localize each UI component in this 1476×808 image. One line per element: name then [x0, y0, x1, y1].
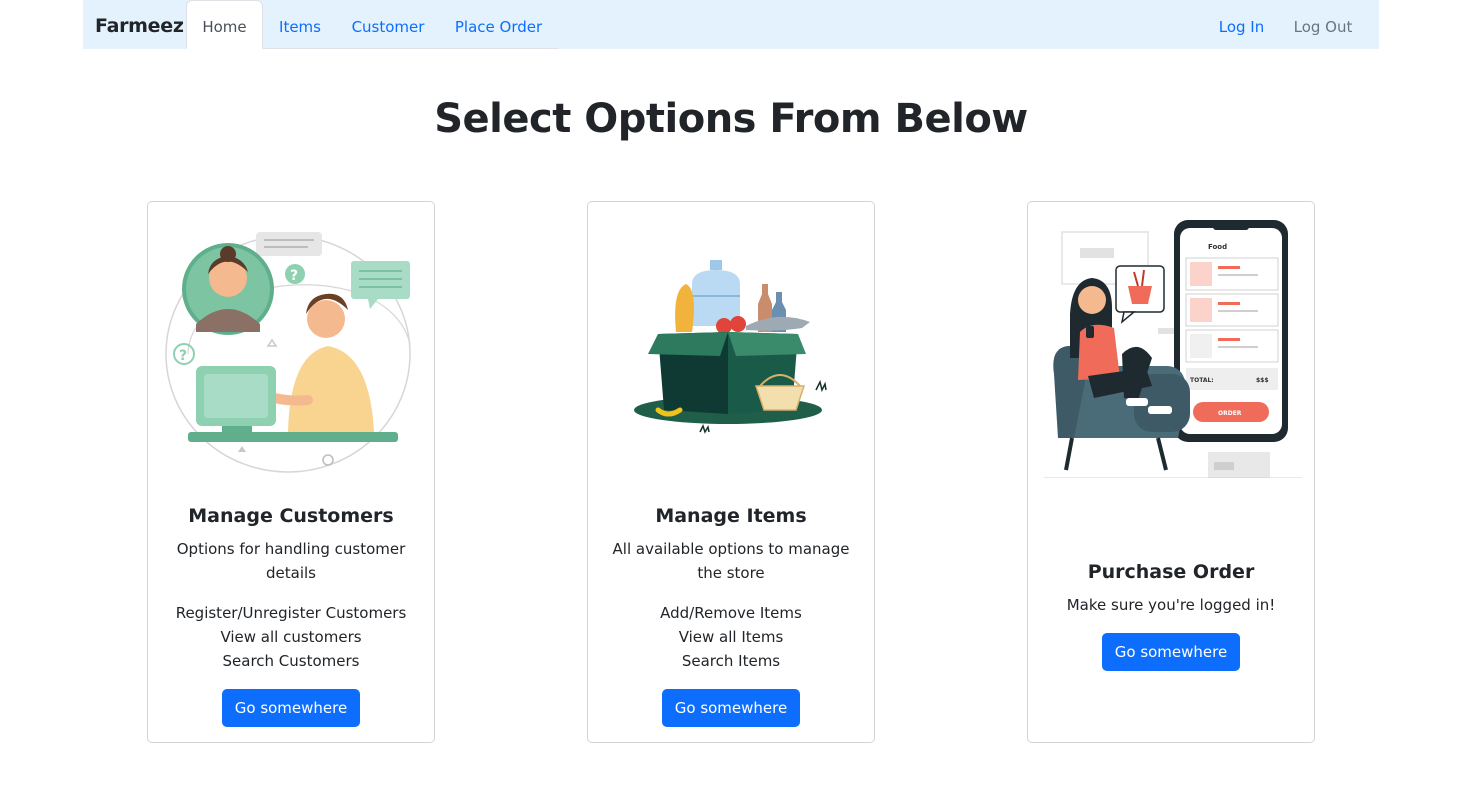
card-text: Options for handling customer details [176, 540, 406, 582]
list-item: Register/Unregister Customers [175, 604, 407, 622]
card-option-list: Register/Unregister Customers View all c… [162, 601, 420, 673]
page-title: Select Options From Below [434, 96, 1028, 142]
nav-tab-customer[interactable]: Customer [337, 0, 439, 49]
login-link[interactable]: Log In [1205, 0, 1278, 49]
svg-text:?: ? [290, 268, 298, 284]
card-title: Manage Customers [188, 505, 394, 527]
card-title: Purchase Order [1087, 561, 1255, 583]
customer-support-illustration: ? ? [165, 232, 411, 473]
navbar-brand[interactable]: Farmeez [95, 15, 184, 37]
list-item: Add/Remove Items [660, 604, 802, 622]
nav-tab-home[interactable]: Home [186, 0, 263, 49]
list-item: View all Items [678, 628, 784, 646]
card-text: Make sure you're logged in! [1066, 596, 1276, 614]
card-title: Manage Items [655, 505, 807, 527]
online-order-illustration: Food TOTAL: $$$ ORDER [1044, 220, 1302, 478]
total-value: $$$ [1256, 377, 1269, 384]
card-manage-customers: ? ? Manage Customers Options for handlin… [147, 201, 435, 743]
order-button-label: ORDER [1218, 410, 1242, 417]
card-body: Manage Customers Options for handling cu… [148, 505, 434, 727]
list-item: Search Items [681, 652, 781, 670]
card-body: Purchase Order Make sure you're logged i… [1028, 561, 1314, 671]
nav-tab-place-order[interactable]: Place Order [439, 0, 558, 49]
card-option-list: Add/Remove Items View all Items Search I… [602, 601, 860, 673]
card-body: Manage Items All available options to ma… [588, 505, 874, 727]
logout-link[interactable]: Log Out [1281, 0, 1365, 49]
card-purchase-order: Food TOTAL: $$$ ORDER Purchase Order Mak… [1027, 201, 1315, 743]
nav-tab-items[interactable]: Items [263, 0, 337, 49]
card-manage-items: Manage Items All available options to ma… [587, 201, 875, 743]
list-item: Search Customers [222, 652, 360, 670]
svg-text:?: ? [179, 348, 187, 364]
list-item: View all customers [220, 628, 362, 646]
grocery-box-illustration [634, 260, 827, 434]
total-label: TOTAL: [1190, 377, 1214, 384]
go-somewhere-button[interactable]: Go somewhere [221, 689, 361, 727]
card-text: All available options to manage the stor… [612, 540, 850, 582]
phone-title-label: Food [1208, 243, 1227, 251]
go-somewhere-button[interactable]: Go somewhere [661, 689, 801, 727]
navbar: Farmeez Home Items Customer Place Order … [83, 0, 1379, 49]
go-somewhere-button[interactable]: Go somewhere [1101, 633, 1241, 671]
